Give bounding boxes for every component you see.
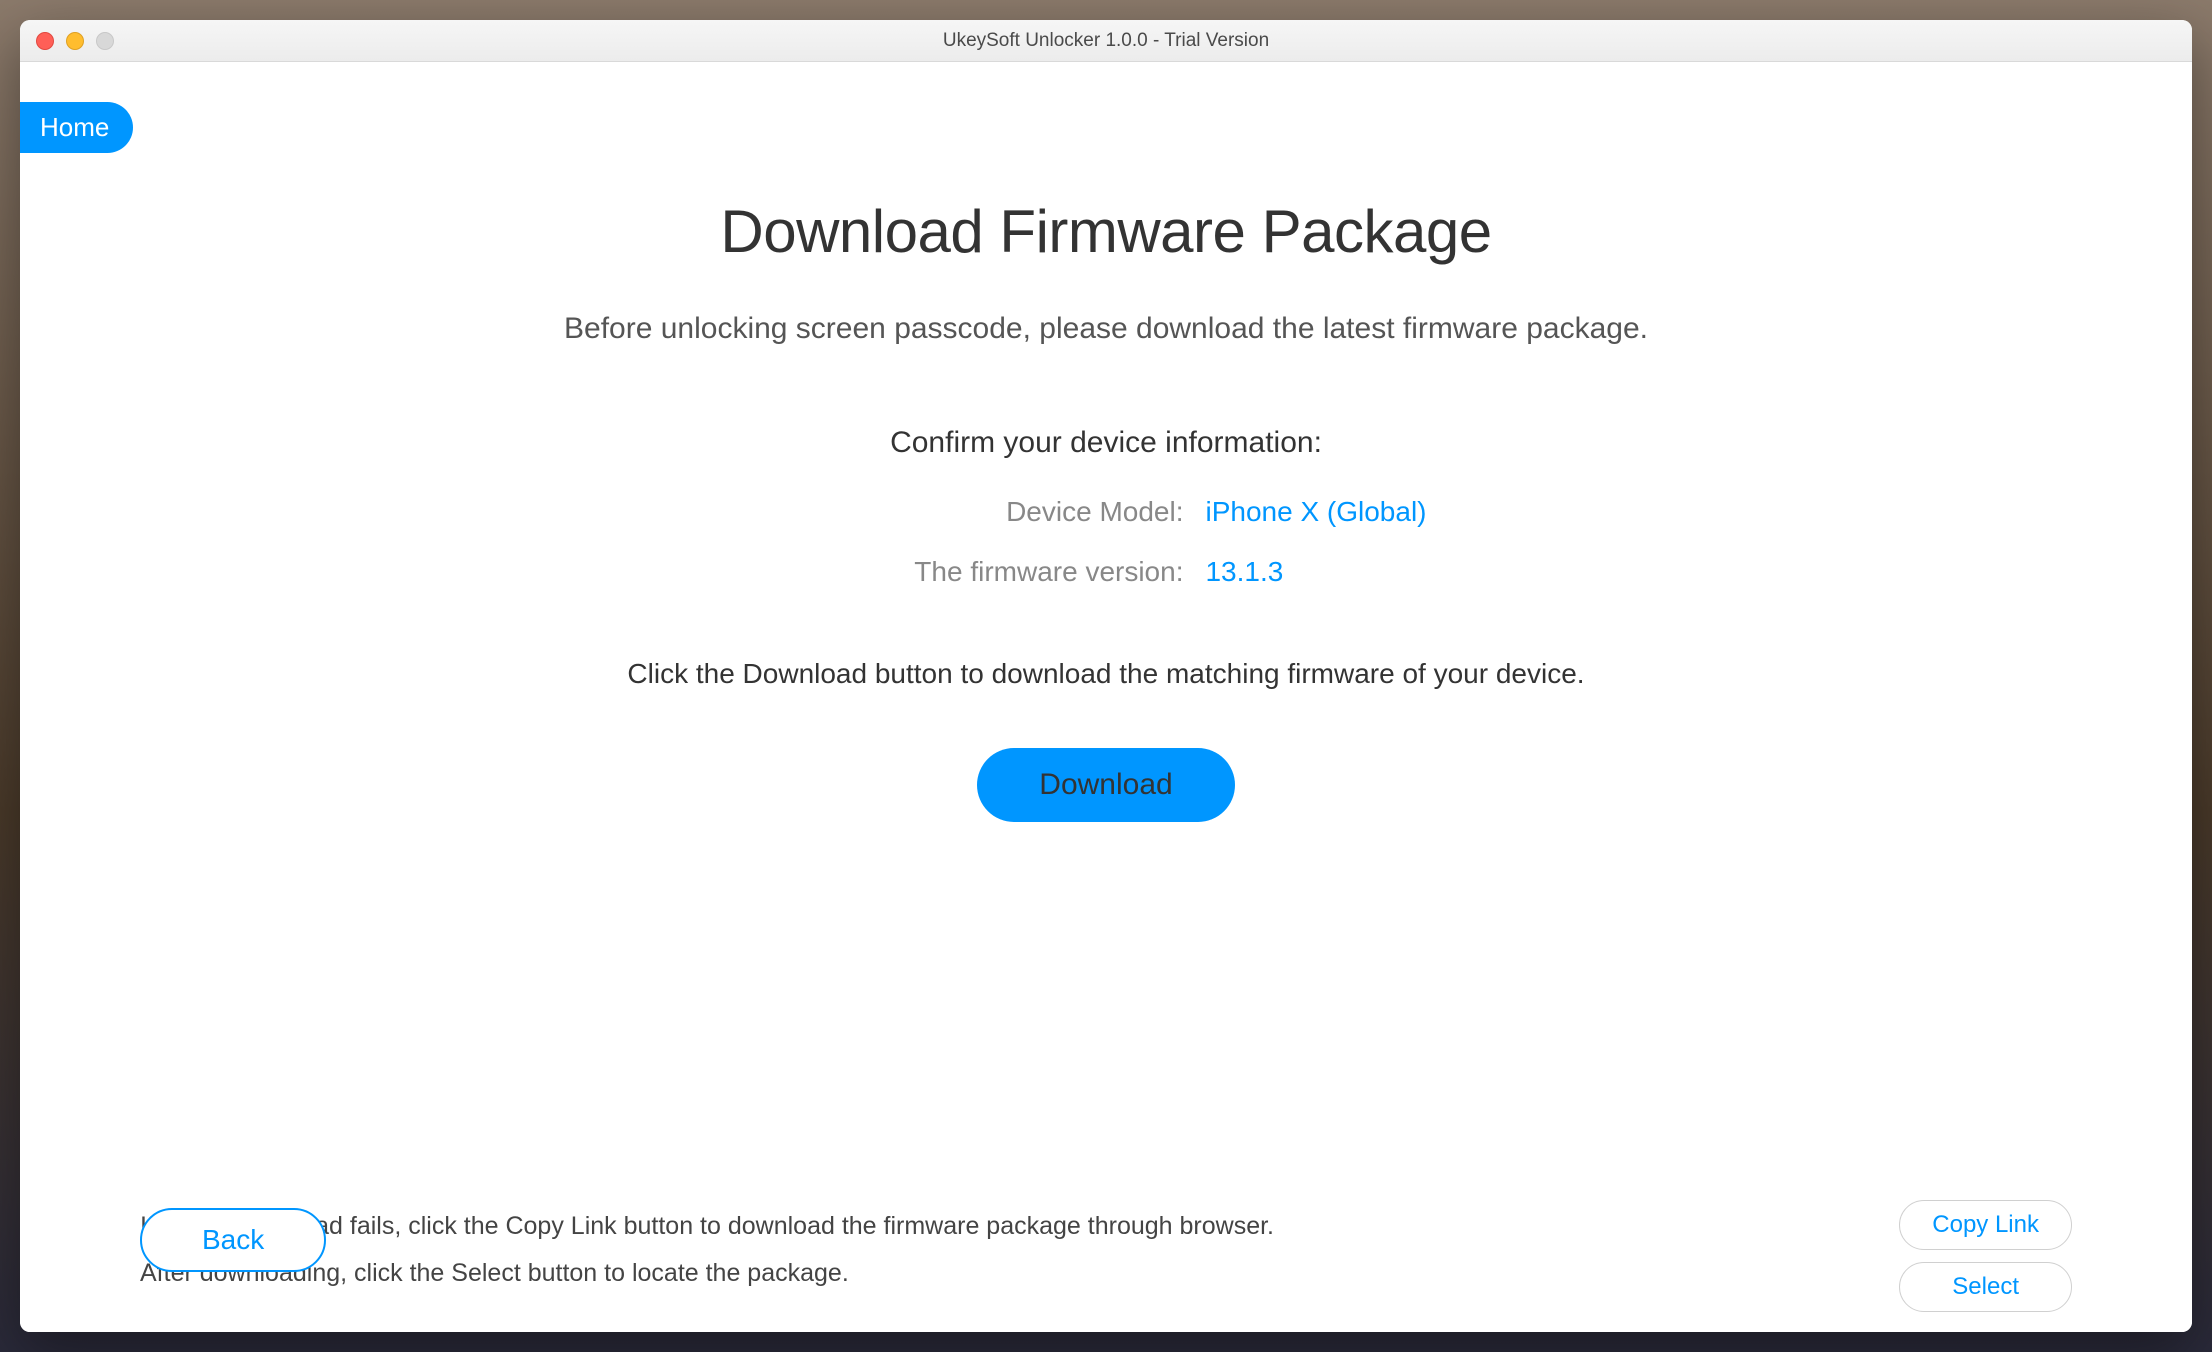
select-button[interactable]: Select xyxy=(1899,1262,2072,1312)
main-area: Download Firmware Package Before unlocki… xyxy=(20,62,2192,1332)
minimize-icon[interactable] xyxy=(66,32,84,50)
back-button[interactable]: Back xyxy=(140,1208,326,1272)
confirm-heading: Confirm your device information: xyxy=(890,426,1322,460)
traffic-lights xyxy=(36,32,114,50)
download-instruction: Click the Download button to download th… xyxy=(627,658,1584,690)
firmware-version-label: The firmware version: xyxy=(785,556,1205,588)
device-model-label: Device Model: xyxy=(785,496,1205,528)
firmware-version-row: The firmware version: 13.1.3 xyxy=(785,556,1426,588)
copy-link-button[interactable]: Copy Link xyxy=(1899,1200,2072,1250)
download-button[interactable]: Download xyxy=(977,748,1234,822)
footer-right-buttons: Copy Link Select xyxy=(1899,1200,2072,1312)
device-model-value[interactable]: iPhone X (Global) xyxy=(1205,496,1426,528)
home-button[interactable]: Home xyxy=(20,102,133,153)
app-window: UkeySoft Unlocker 1.0.0 - Trial Version … xyxy=(20,20,2192,1332)
page-subtitle: Before unlocking screen passcode, please… xyxy=(564,312,1648,346)
close-icon[interactable] xyxy=(36,32,54,50)
window-title: UkeySoft Unlocker 1.0.0 - Trial Version xyxy=(20,30,2192,52)
titlebar: UkeySoft Unlocker 1.0.0 - Trial Version xyxy=(20,20,2192,62)
firmware-version-value[interactable]: 13.1.3 xyxy=(1205,556,1283,588)
maximize-icon xyxy=(96,32,114,50)
page-title: Download Firmware Package xyxy=(720,197,1491,266)
device-info: Device Model: iPhone X (Global) The firm… xyxy=(785,496,1426,588)
device-model-row: Device Model: iPhone X (Global) xyxy=(785,496,1426,528)
content-area: Home Download Firmware Package Before un… xyxy=(20,62,2192,1332)
